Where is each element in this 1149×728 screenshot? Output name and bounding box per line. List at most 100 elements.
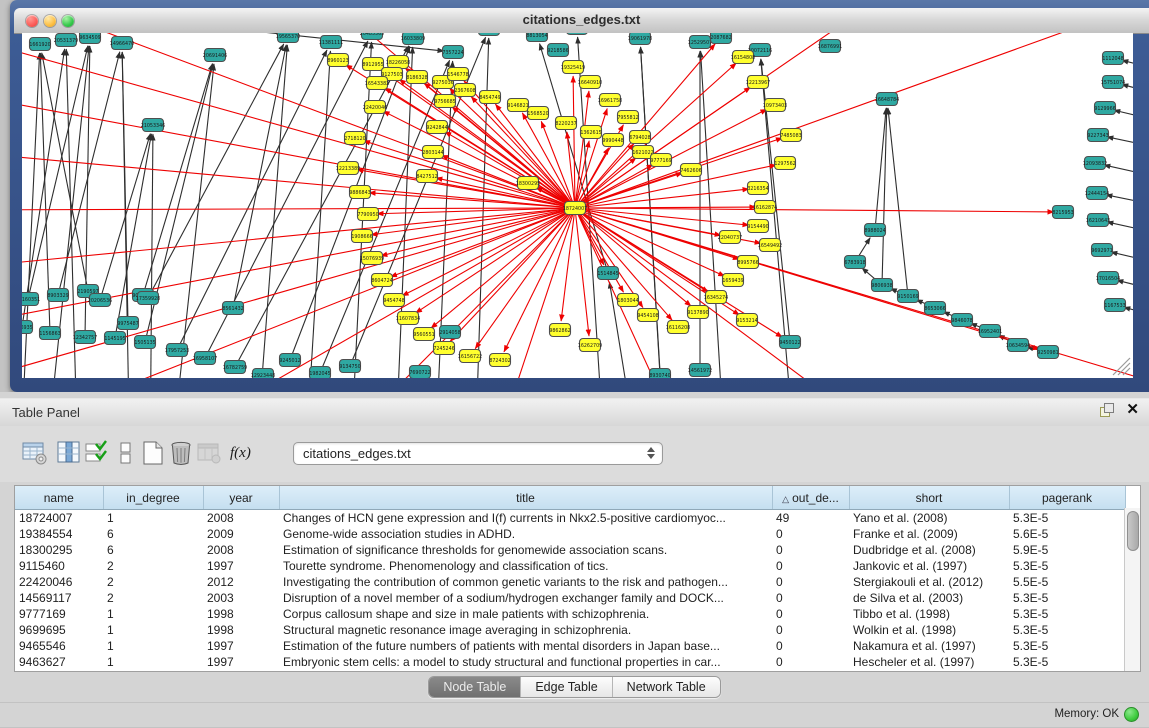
graph-edge[interactable]: [1111, 252, 1133, 268]
graph-node[interactable]: 16154808: [731, 51, 755, 64]
tab-edge-table[interactable]: Edge Table: [521, 677, 612, 697]
graph-node[interactable]: 9975487: [117, 317, 138, 330]
graph-node[interactable]: 2087682: [710, 33, 731, 44]
graph-node[interactable]: 1568520: [527, 107, 548, 120]
graph-node[interactable]: 12213389: [336, 162, 360, 175]
graph-edge[interactable]: [480, 208, 575, 378]
column-header-name[interactable]: name: [15, 486, 103, 510]
graph-node[interactable]: 19325419: [561, 61, 585, 74]
show-columns-icon[interactable]: [56, 440, 82, 466]
graph-node[interactable]: 9806938: [871, 279, 892, 292]
graph-node[interactable]: 16549492: [758, 239, 782, 252]
graph-node[interactable]: 16961758: [598, 94, 622, 107]
graph-node[interactable]: 9154490: [747, 220, 768, 233]
graph-edge[interactable]: [1107, 222, 1133, 238]
graph-node[interactable]: 12342757: [73, 331, 97, 344]
graph-edge[interactable]: [1117, 280, 1133, 296]
graph-node[interactable]: 15751074: [1101, 76, 1125, 89]
graph-edge[interactable]: [371, 208, 575, 235]
graph-node[interactable]: 9990448: [602, 134, 623, 147]
graph-node[interactable]: 1982045: [309, 367, 330, 379]
graph-node[interactable]: 16116208: [666, 321, 690, 334]
graph-node[interactable]: 16210643: [1086, 214, 1110, 227]
graph-node[interactable]: 9756685: [434, 95, 455, 108]
graph-node[interactable]: 8912955: [362, 58, 383, 71]
table-row[interactable]: 946554611997Estimation of the future num…: [15, 638, 1125, 654]
graph-node[interactable]: 9777169: [650, 154, 671, 167]
graph-node[interactable]: 12444154: [1085, 187, 1109, 200]
network-window-titlebar[interactable]: citations_edges.txt: [14, 8, 1149, 34]
graph-node[interactable]: 11607834: [396, 312, 420, 325]
graph-node[interactable]: 1803044: [617, 294, 638, 307]
graph-edge[interactable]: [575, 208, 1054, 212]
graph-node[interactable]: 16640963: [565, 33, 589, 35]
graph-node[interactable]: 17957253: [165, 344, 189, 357]
column-header-pagerank[interactable]: pagerank: [1009, 486, 1125, 510]
graph-node[interactable]: 1145195: [104, 332, 125, 345]
graph-node[interactable]: 21053346: [141, 119, 165, 132]
graph-node[interactable]: 8215953: [1052, 206, 1073, 219]
graph-node[interactable]: 7462606: [680, 164, 701, 177]
graph-node[interactable]: 14561972: [688, 364, 712, 377]
graph-edge[interactable]: [1107, 137, 1133, 152]
graph-node[interactable]: 8995766: [737, 256, 758, 269]
graph-node[interactable]: 20691406: [203, 49, 227, 62]
graph-node[interactable]: 8988024: [864, 224, 885, 237]
graph-node[interactable]: 22040737: [718, 231, 742, 244]
graph-node[interactable]: 9560551: [413, 328, 434, 341]
graph-node[interactable]: 6783918: [844, 256, 865, 269]
graph-edge[interactable]: [22, 49, 65, 327]
graph-node[interactable]: 20531379: [54, 34, 78, 47]
graph-node[interactable]: 3216354: [747, 182, 768, 195]
graph-node[interactable]: 9129966: [1094, 102, 1115, 115]
graph-node[interactable]: 16345274: [704, 291, 728, 304]
graph-node[interactable]: 20206536: [88, 294, 112, 307]
graph-edge[interactable]: [888, 108, 908, 296]
graph-edge[interactable]: [22, 208, 575, 330]
table-row[interactable]: 1872400712008Changes of HCN gene express…: [15, 510, 1125, 527]
graph-node[interactable]: 1156863: [39, 327, 60, 340]
graph-node[interactable]: 8186328: [406, 71, 427, 84]
graph-edge[interactable]: [42, 53, 88, 291]
network-window[interactable]: citations_edges.txt 16619202053137996345…: [10, 0, 1149, 392]
graph-node[interactable]: 1112048: [1102, 52, 1123, 65]
graph-node[interactable]: 8427512: [416, 170, 437, 183]
scrollbar-thumb[interactable]: [1127, 511, 1139, 551]
graph-edge[interactable]: [575, 33, 1133, 208]
graph-node[interactable]: 1514845: [597, 267, 618, 280]
table-row[interactable]: 2242004622012Investigating the contribut…: [15, 574, 1125, 590]
graph-node[interactable]: 9245012: [279, 354, 300, 367]
graph-node[interactable]: 11381111: [319, 36, 343, 49]
graph-edge[interactable]: [1106, 195, 1133, 210]
graph-node[interactable]: 20160351: [22, 293, 40, 306]
column-header-short[interactable]: short: [849, 486, 1009, 510]
graph-edge[interactable]: [22, 208, 575, 210]
table-row[interactable]: 1456911722003Disruption of a novel membe…: [15, 590, 1125, 606]
graph-node[interactable]: 16782759: [223, 361, 247, 374]
graph-node[interactable]: 1659439: [722, 274, 743, 287]
graph-node[interactable]: 8604724: [371, 274, 392, 287]
graph-node[interactable]: 17359928: [136, 292, 160, 305]
table-scrollbar[interactable]: [1124, 508, 1140, 671]
graph-node[interactable]: 9454108: [637, 309, 658, 322]
new-table-icon[interactable]: [140, 440, 166, 466]
graph-node[interactable]: 9692971: [1091, 244, 1112, 257]
graph-node[interactable]: 16958107: [193, 352, 217, 365]
graph-node[interactable]: 8653066: [924, 302, 945, 315]
delete-table-icon[interactable]: [168, 440, 194, 466]
graph-edge[interactable]: [575, 208, 589, 336]
graph-node[interactable]: 18724007: [563, 202, 587, 215]
graph-edge[interactable]: [575, 208, 725, 276]
graph-node[interactable]: 1167533: [1104, 299, 1125, 312]
column-header-in_degree[interactable]: in_degree: [103, 486, 203, 510]
table-row[interactable]: 911546021997Tourette syndrome. Phenomeno…: [15, 558, 1125, 574]
graph-node[interactable]: 10973403: [763, 99, 787, 112]
table-row[interactable]: 1830029562008Estimation of significance …: [15, 542, 1125, 558]
tab-node-table[interactable]: Node Table: [429, 677, 521, 697]
graph-node[interactable]: 9454748: [383, 294, 404, 307]
graph-node[interactable]: 18300295: [516, 177, 540, 190]
column-header-year[interactable]: year: [203, 486, 279, 510]
graph-node[interactable]: 12093832: [1083, 157, 1107, 170]
graph-node[interactable]: 8454749: [479, 91, 500, 104]
graph-node[interactable]: 9450122: [779, 336, 800, 349]
